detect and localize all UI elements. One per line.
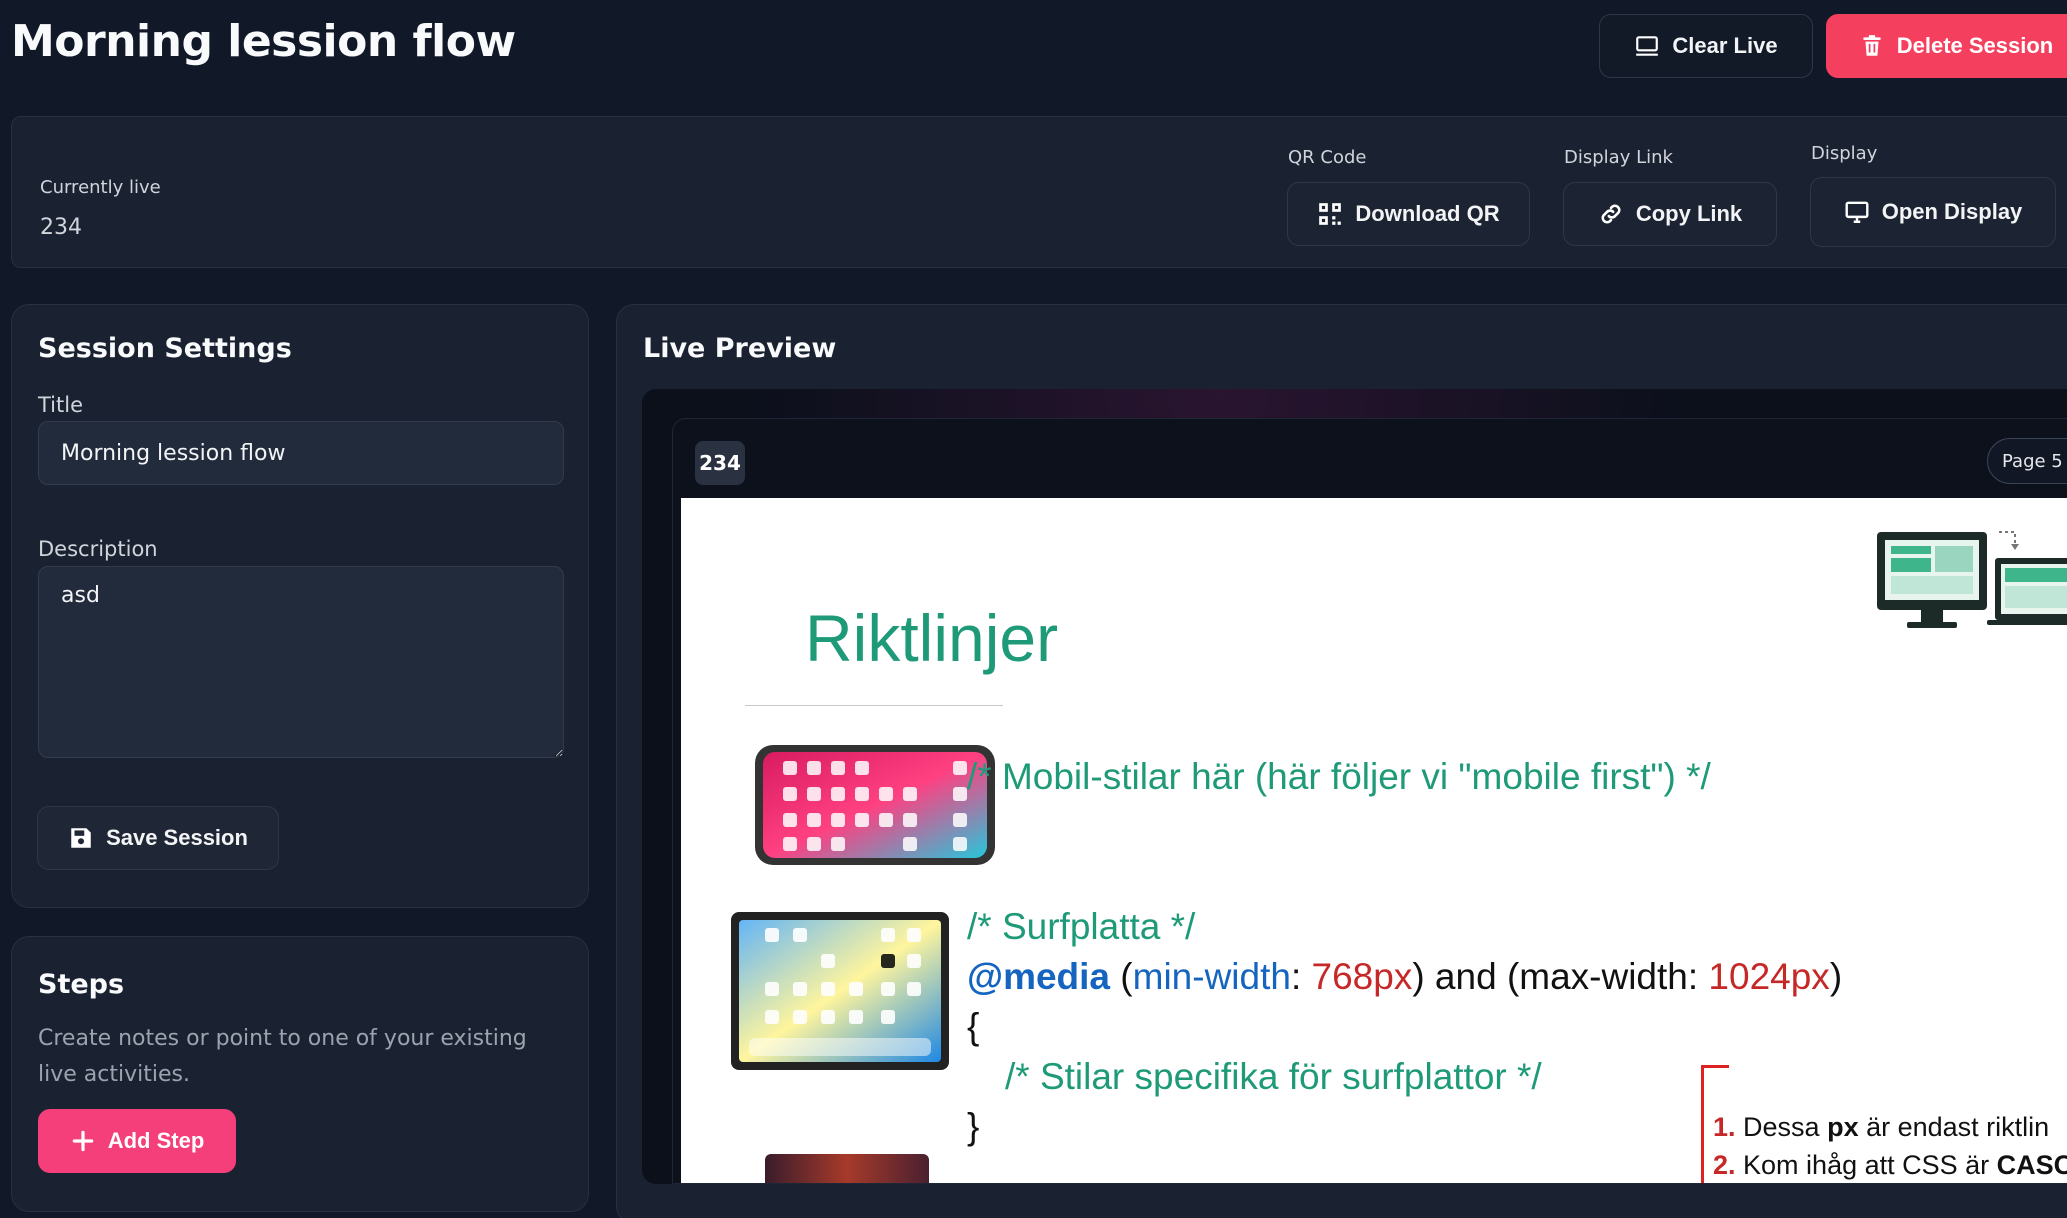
paren-open: (: [1110, 956, 1133, 997]
mobile-comment: /* Mobil-stilar här (här följer vi "mobi…: [967, 756, 1711, 797]
save-session-button[interactable]: Save Session: [37, 806, 279, 870]
steps-card: Steps Create notes or point to one of yo…: [11, 936, 589, 1212]
page-indicator: Page 5: [1987, 438, 2067, 484]
media-query-line: @media (min-width: 768px) and (max-width…: [967, 956, 1842, 998]
note-2-text-b: CASC: [1996, 1150, 2067, 1180]
steps-heading: Steps: [38, 969, 125, 1000]
title-input[interactable]: [38, 421, 564, 485]
inner-comment: /* Stilar specifika för surfplattor */: [1005, 1056, 1542, 1097]
slide-divider: [745, 705, 1003, 706]
save-session-label: Save Session: [106, 825, 248, 850]
min-width-property: min-width: [1132, 956, 1291, 997]
and-max-width-text: ) and (max-width:: [1412, 956, 1709, 997]
description-field-label: Description: [38, 537, 158, 561]
laptop-illustration-partial: [765, 1154, 929, 1183]
live-preview-heading: Live Preview: [643, 333, 837, 364]
display-link-label: Display Link: [1564, 147, 1673, 168]
colon: :: [1290, 956, 1312, 997]
plus-icon: [72, 1130, 94, 1152]
description-textarea[interactable]: asd: [38, 566, 564, 758]
monitor-icon: [1636, 36, 1659, 56]
max-width-value: 1024px: [1708, 956, 1830, 997]
tablet-comment: /* Surfplatta */: [967, 906, 1196, 947]
copy-link-label: Copy Link: [1635, 201, 1743, 226]
currently-live-value: 234: [40, 215, 82, 240]
tablet-comment-line: /* Surfplatta */: [967, 906, 1195, 948]
qr-code-icon: [1319, 203, 1342, 225]
note-1-text-a: Dessa: [1735, 1112, 1828, 1142]
title-field-label: Title: [38, 393, 84, 417]
display-window: 234 Page 5 Riktlinjer /* Mobil-stilar hä…: [672, 418, 2067, 1184]
tablet-illustration: [731, 912, 949, 1070]
phone-illustration: [755, 745, 995, 865]
steps-help-text: Create notes or point to one of your exi…: [38, 1026, 527, 1087]
slide-content: Riktlinjer /* Mobil-stilar här (här följ…: [681, 498, 2067, 1183]
delete-session-button[interactable]: Delete Session: [1826, 14, 2067, 78]
responsive-devices-icon: [1877, 531, 2067, 628]
desktop-icon: [1845, 201, 1869, 223]
download-qr-button[interactable]: Download QR: [1287, 182, 1530, 246]
note-2: 2. Kom ihåg att CSS är CASC: [1713, 1150, 2067, 1181]
min-width-value: 768px: [1311, 956, 1413, 997]
brace-close: }: [967, 1106, 980, 1147]
copy-link-button[interactable]: Copy Link: [1563, 182, 1777, 246]
clear-live-label: Clear Live: [1672, 33, 1778, 58]
note-2-number: 2.: [1713, 1150, 1736, 1180]
download-qr-label: Download QR: [1355, 201, 1500, 226]
floppy-disk-icon: [71, 828, 91, 848]
note-1-text-b: px: [1827, 1112, 1859, 1142]
preview-frame: 234 Page 5 Riktlinjer /* Mobil-stilar hä…: [642, 389, 2067, 1184]
trash-icon: [1863, 35, 1881, 56]
add-step-label: Add Step: [107, 1128, 205, 1153]
open-display-label: Open Display: [1881, 199, 2023, 224]
currently-live-label: Currently live: [40, 177, 161, 198]
display-label: Display: [1811, 143, 1878, 164]
delete-session-label: Delete Session: [1896, 33, 2054, 58]
media-keyword: @media: [967, 956, 1111, 997]
session-code-badge: 234: [695, 441, 745, 485]
inner-comment-line: /* Stilar specifika för surfplattor */: [1005, 1056, 1542, 1098]
add-step-button[interactable]: Add Step: [38, 1109, 236, 1173]
slide-title: Riktlinjer: [805, 601, 1059, 675]
note-1-text-c: är endast riktlin: [1858, 1112, 2050, 1142]
paren-close: ): [1829, 956, 1843, 997]
brace-open: {: [967, 1006, 980, 1047]
open-display-button[interactable]: Open Display: [1810, 177, 2056, 247]
session-settings-heading: Session Settings: [38, 333, 292, 364]
mobile-comment-line: /* Mobil-stilar här (här följer vi "mobi…: [967, 756, 1711, 798]
note-1-number: 1.: [1713, 1112, 1736, 1142]
note-1: 1. Dessa px är endast riktlin: [1713, 1112, 2049, 1143]
page-title: Morning lession flow: [11, 16, 516, 67]
clear-live-button[interactable]: Clear Live: [1599, 14, 1813, 78]
note-2-text-a: Kom ihåg att CSS är: [1735, 1150, 1997, 1180]
qr-code-label: QR Code: [1288, 147, 1367, 168]
link-icon: [1601, 204, 1621, 224]
